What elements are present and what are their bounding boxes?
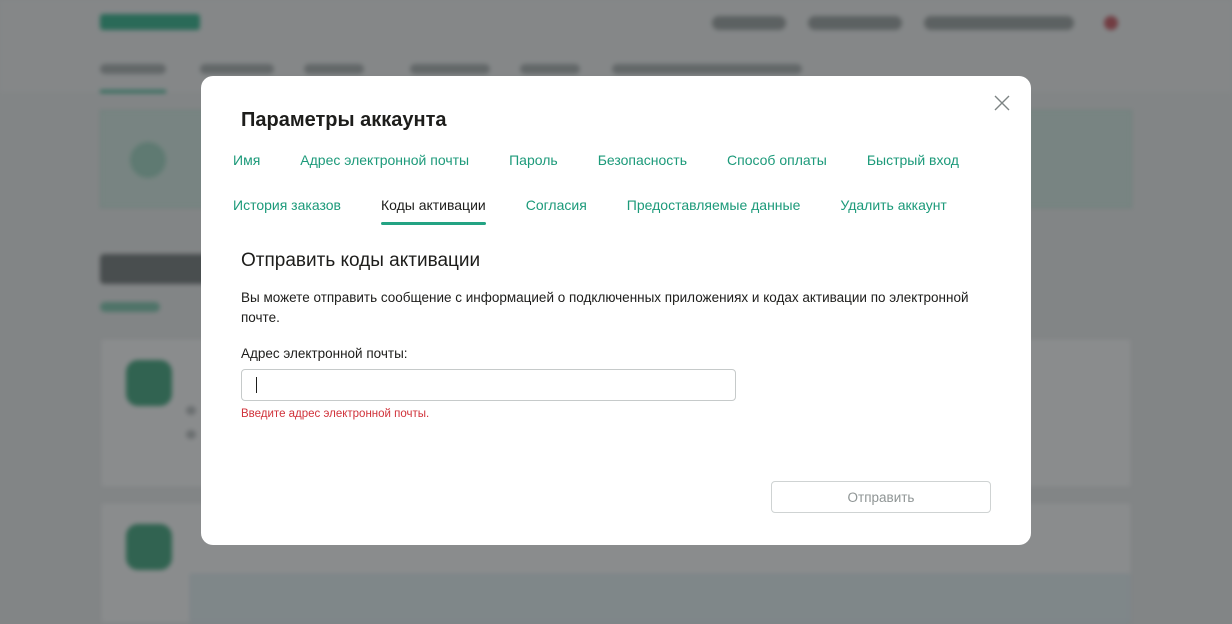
tab-password[interactable]: Пароль — [509, 152, 558, 180]
send-button[interactable]: Отправить — [771, 481, 991, 513]
tabs-row-2: История заказов Коды активации Согласия … — [233, 197, 947, 225]
tab-quick-login[interactable]: Быстрый вход — [867, 152, 959, 180]
account-settings-dialog: Параметры аккаунта Имя Адрес электронной… — [201, 76, 1031, 545]
tab-payment-method[interactable]: Способ оплаты — [727, 152, 827, 180]
tabs-row-1: Имя Адрес электронной почты Пароль Безоп… — [233, 152, 959, 180]
section-description: Вы можете отправить сообщение с информац… — [241, 290, 969, 325]
tab-shared-data[interactable]: Предоставляемые данные — [627, 197, 801, 225]
tab-email[interactable]: Адрес электронной почты — [300, 152, 469, 180]
email-field[interactable] — [241, 369, 736, 401]
close-icon — [994, 95, 1010, 111]
tab-activation-codes[interactable]: Коды активации — [380, 197, 486, 225]
tab-name[interactable]: Имя — [233, 152, 260, 180]
dialog-title: Параметры аккаунта — [241, 109, 447, 131]
close-button[interactable] — [991, 92, 1013, 114]
section-title: Отправить коды активации — [241, 250, 481, 271]
tab-delete-account[interactable]: Удалить аккаунт — [840, 197, 946, 225]
text-cursor — [256, 377, 257, 393]
tab-consents[interactable]: Согласия — [526, 197, 587, 225]
email-field-label: Адрес электронной почты: — [241, 346, 408, 361]
email-error-message: Введите адрес электронной почты. — [241, 408, 430, 420]
tab-order-history[interactable]: История заказов — [233, 197, 341, 225]
tab-security[interactable]: Безопасность — [598, 152, 687, 180]
